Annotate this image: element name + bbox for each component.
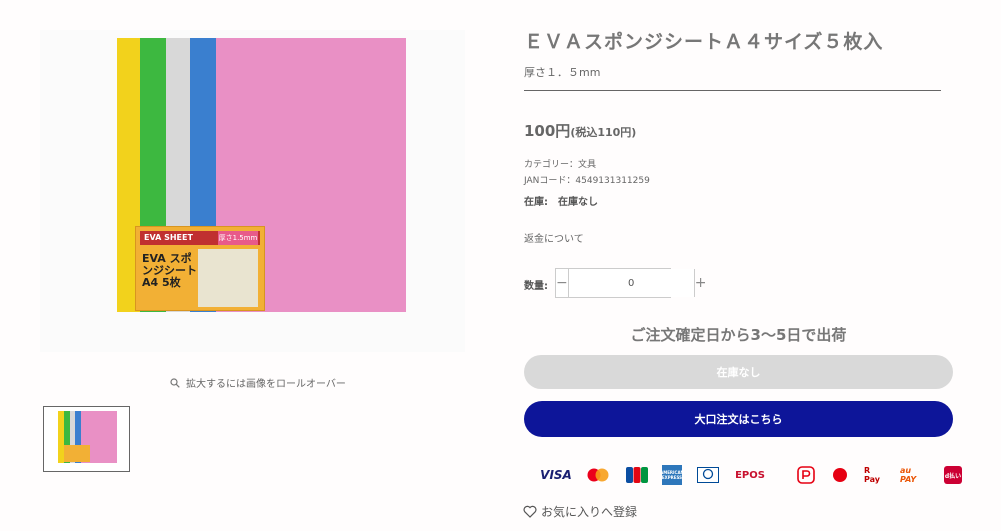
rakuten-pay-label: R Pay bbox=[864, 466, 881, 484]
zoom-hint-text: 拡大するには画像をロールオーバー bbox=[186, 379, 346, 390]
visa-label: VISA bbox=[540, 468, 572, 482]
amex-icon: AMERICAN EXPRESS bbox=[660, 465, 684, 485]
category: カテゴリー：文具 bbox=[524, 160, 597, 170]
merpay-icon bbox=[830, 465, 850, 485]
refund-link[interactable]: 返金について bbox=[524, 230, 584, 245]
quantity-label: 数量: bbox=[524, 281, 548, 292]
product-image[interactable]: EVA SHEET 厚さ1.5mm EVA スポンジシート A4 5枚 bbox=[40, 30, 465, 352]
mastercard-icon bbox=[586, 465, 610, 485]
thumb-package bbox=[64, 445, 90, 462]
payment-methods: VISA AMERICAN EXPRESS EPOS R Pay au PAY bbox=[540, 462, 976, 488]
price: 100円(税込110円) bbox=[524, 120, 636, 141]
au-pay-label: au PAY bbox=[900, 466, 917, 484]
wishlist-label: お気に入りへ登録 bbox=[541, 505, 638, 519]
stock-status: 在庫: 在庫なし bbox=[524, 197, 598, 208]
package-label: EVA SHEET 厚さ1.5mm EVA スポンジシート A4 5枚 bbox=[135, 226, 265, 311]
package-badge: 厚さ1.5mm bbox=[218, 231, 258, 245]
rakuten-pay-icon: R Pay bbox=[864, 465, 886, 485]
quantity-increase-button[interactable]: + bbox=[693, 269, 706, 297]
heart-icon bbox=[523, 505, 537, 518]
quantity-stepper: − + bbox=[555, 268, 706, 298]
epos-label: EPOS bbox=[735, 469, 765, 481]
package-title: EVA スポンジシート A4 5枚 bbox=[142, 252, 197, 289]
product-subtitle: 厚さ１．５mm bbox=[524, 66, 601, 79]
zoom-hint: 拡大するには画像をロールオーバー bbox=[170, 375, 346, 390]
package-photos bbox=[198, 249, 258, 307]
price-value: 100円 bbox=[524, 122, 571, 140]
divider bbox=[524, 90, 941, 91]
quantity-decrease-button[interactable]: − bbox=[556, 269, 569, 297]
visa-icon: VISA bbox=[540, 465, 572, 485]
shipping-note: ご注文確定日から3〜5日で出荷 bbox=[630, 326, 847, 344]
wishlist-button[interactable]: お気に入りへ登録 bbox=[523, 503, 637, 520]
magnifier-icon bbox=[170, 377, 180, 388]
d-barai-icon: d払い bbox=[944, 466, 962, 484]
bulk-order-button[interactable]: 大口注文はこちら bbox=[524, 401, 953, 437]
product-page: EVA SHEET 厚さ1.5mm EVA スポンジシート A4 5枚 拡大する… bbox=[0, 0, 1001, 531]
paypay-icon bbox=[796, 465, 816, 485]
diners-icon bbox=[696, 465, 720, 485]
product-title: ＥＶＡスポンジシートＡ４サイズ５枚入 bbox=[524, 31, 884, 53]
au-pay-icon: au PAY bbox=[900, 465, 930, 485]
quantity-input[interactable] bbox=[568, 269, 694, 297]
price-tax: (税込110円) bbox=[570, 126, 637, 139]
sold-out-button[interactable]: 在庫なし bbox=[524, 355, 953, 389]
jan-code: JANコード：4549131311259 bbox=[524, 176, 650, 186]
jcb-icon bbox=[626, 465, 648, 485]
thumbnail-1[interactable] bbox=[43, 406, 130, 472]
package-brand: EVA SHEET bbox=[144, 233, 193, 242]
amex-label: AMERICAN EXPRESS bbox=[660, 470, 684, 480]
d-barai-label: d払い bbox=[944, 472, 962, 480]
epos-icon: EPOS bbox=[734, 465, 766, 485]
